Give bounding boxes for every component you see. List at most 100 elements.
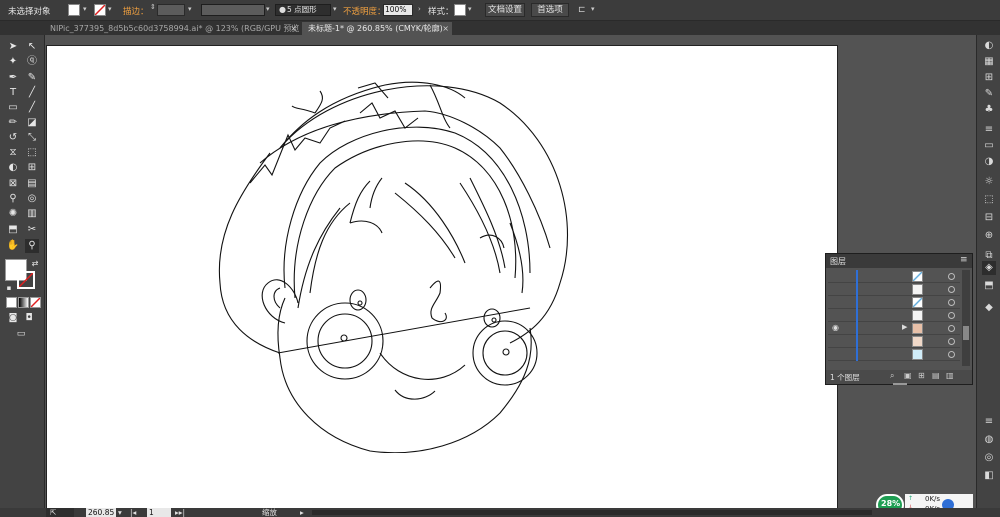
align-icon[interactable]: ⊟	[982, 211, 996, 225]
new-sublayer-icon[interactable]: ⊞	[918, 371, 925, 380]
hand-icon[interactable]: ✋	[6, 239, 20, 253]
symbols-icon[interactable]: ♣	[982, 103, 996, 117]
magic-wand-icon[interactable]: ✦	[6, 55, 20, 69]
document-setup-button[interactable]: 文档设置	[485, 3, 525, 17]
arrange-documents-icon[interactable]: ⊏	[578, 5, 586, 15]
eye-icon[interactable]: ◉	[832, 323, 839, 332]
stroke-color-box[interactable]	[17, 271, 35, 289]
type-icon[interactable]: T	[6, 86, 20, 100]
layer-row[interactable]: ◉ ▶	[828, 322, 960, 335]
first-artboard-icon[interactable]: |◂	[130, 508, 136, 517]
blend-icon[interactable]: ◎	[25, 192, 39, 206]
glyphs-icon[interactable]: ◧	[982, 469, 996, 483]
layer-row[interactable]	[828, 296, 960, 309]
cartoon-boy-outline-artwork[interactable]	[210, 73, 590, 453]
free-transform-icon[interactable]: ⬚	[25, 146, 39, 160]
perspective-icon[interactable]: ⊞	[25, 161, 39, 175]
artboard-number-input[interactable]: 1	[147, 508, 171, 517]
artboards-icon[interactable]: ⬒	[982, 279, 996, 293]
opentype-icon[interactable]: ◎	[982, 451, 996, 465]
direct-selection-icon[interactable]: ↖	[25, 40, 39, 54]
zoom-level-input[interactable]: 260.85	[86, 508, 116, 517]
next-artboard-icon[interactable]: ▸▸|	[175, 508, 185, 517]
transparency-icon[interactable]: ◑	[982, 155, 996, 169]
transform-icon[interactable]: ⊕	[982, 229, 996, 243]
eraser-icon[interactable]: ◪	[25, 116, 39, 130]
chevron-down-icon[interactable]: ▾	[108, 5, 112, 13]
stroke-panel-icon[interactable]: ≡	[982, 123, 996, 137]
draw-mode-icon[interactable]: ◙	[6, 311, 20, 325]
color-guide-icon[interactable]: ▦	[982, 55, 996, 69]
close-icon[interactable]: ×	[442, 22, 449, 35]
mesh-icon[interactable]: ⊠	[6, 177, 20, 191]
fill-swatch[interactable]	[68, 4, 80, 16]
horizontal-scrollbar[interactable]	[312, 510, 872, 515]
gradient-icon[interactable]: ▤	[25, 177, 39, 191]
eyedropper-icon[interactable]: ⚲	[6, 192, 20, 206]
layer-row[interactable]	[828, 270, 960, 283]
rectangle-icon[interactable]: ▭	[6, 101, 20, 115]
character-icon[interactable]: ≡	[982, 415, 996, 429]
chevron-down-icon[interactable]: ▾	[118, 508, 122, 517]
clipping-mask-icon[interactable]: ▣	[904, 371, 912, 380]
stroke-swatch[interactable]	[94, 4, 106, 16]
graphic-style-swatch[interactable]	[454, 4, 466, 16]
layer-row[interactable]	[828, 283, 960, 296]
paintbrush-icon[interactable]: ╱	[25, 101, 39, 115]
chevron-down-icon[interactable]: ▾	[591, 5, 595, 13]
draw-inside-icon[interactable]: ◘	[22, 311, 36, 325]
chevron-down-icon[interactable]: ▾	[468, 5, 472, 13]
expand-arrow-icon[interactable]: ▶	[902, 323, 907, 331]
artboard-nav-icon[interactable]: ⇱	[50, 508, 56, 517]
zoom-icon[interactable]: ⚲	[25, 239, 39, 253]
stroke-weight-input[interactable]	[157, 4, 185, 16]
line-icon[interactable]: ╱	[25, 86, 39, 100]
rotate-icon[interactable]: ↺	[6, 131, 20, 145]
symbol-sprayer-icon[interactable]: ✺	[6, 207, 20, 221]
chevron-down-icon[interactable]: ▾	[83, 5, 87, 13]
opacity-label[interactable]: 不透明度：	[343, 5, 386, 17]
stroke-weight-stepper[interactable]: ⇕	[150, 3, 156, 11]
new-layer-icon[interactable]: ▤	[932, 371, 940, 380]
none-mode-icon[interactable]	[30, 297, 41, 308]
gradient-panel-icon[interactable]: ▭	[982, 139, 996, 153]
pen-icon[interactable]: ✒	[6, 71, 20, 85]
stroke-label[interactable]: 描边：	[123, 5, 149, 17]
preferences-button[interactable]: 首选项	[531, 3, 569, 17]
brushes-icon[interactable]: ✎	[982, 87, 996, 101]
swap-colors-icon[interactable]: ⇄	[28, 257, 42, 271]
chevron-down-icon[interactable]: ▾	[333, 5, 337, 13]
appearance-icon[interactable]: ☼	[982, 175, 996, 189]
chevron-right-icon[interactable]: ▸	[300, 508, 304, 517]
panel-resize-grip[interactable]	[893, 383, 907, 385]
close-icon[interactable]: ×	[290, 22, 297, 35]
panel-menu-icon[interactable]: ≡	[960, 255, 968, 265]
column-graph-icon[interactable]: ▥	[25, 207, 39, 221]
pencil-icon[interactable]: ✏	[6, 116, 20, 130]
chevron-right-icon[interactable]: ›	[418, 5, 421, 13]
chevron-down-icon[interactable]: ▾	[266, 5, 270, 13]
opacity-input[interactable]: 100%	[383, 4, 413, 16]
width-icon[interactable]: ⧖	[6, 146, 20, 160]
default-colors-icon[interactable]: ▪	[2, 281, 16, 295]
color-mode-icon[interactable]	[6, 297, 17, 308]
lasso-icon[interactable]: ⓠ	[25, 55, 39, 69]
screen-mode-icon[interactable]: ▭	[14, 327, 28, 341]
artboard-icon[interactable]: ⬒	[6, 223, 20, 237]
variable-width-profile[interactable]	[201, 4, 265, 16]
locate-object-icon[interactable]: ⌕	[890, 371, 894, 381]
delete-layer-icon[interactable]: ▥	[946, 371, 954, 380]
layers-icon[interactable]: ◈	[982, 261, 996, 275]
color-icon[interactable]: ◐	[982, 39, 996, 53]
shape-builder-icon[interactable]: ◐	[6, 161, 20, 175]
chevron-down-icon[interactable]: ▾	[188, 5, 192, 13]
paragraph-icon[interactable]: ◍	[982, 433, 996, 447]
tab-document-2[interactable]: 未标题-1* @ 260.85% (CMYK/轮廓) ×	[302, 22, 452, 35]
swatches-icon[interactable]: ⊞	[982, 71, 996, 85]
graphic-styles-icon[interactable]: ⬚	[982, 193, 996, 207]
slice-icon[interactable]: ✂	[25, 223, 39, 237]
layer-row[interactable]	[828, 335, 960, 348]
links-icon[interactable]: ◆	[982, 301, 996, 315]
curvature-icon[interactable]: ✎	[25, 71, 39, 85]
brush-dropdown[interactable]: ● 5 点圆形	[275, 4, 331, 16]
